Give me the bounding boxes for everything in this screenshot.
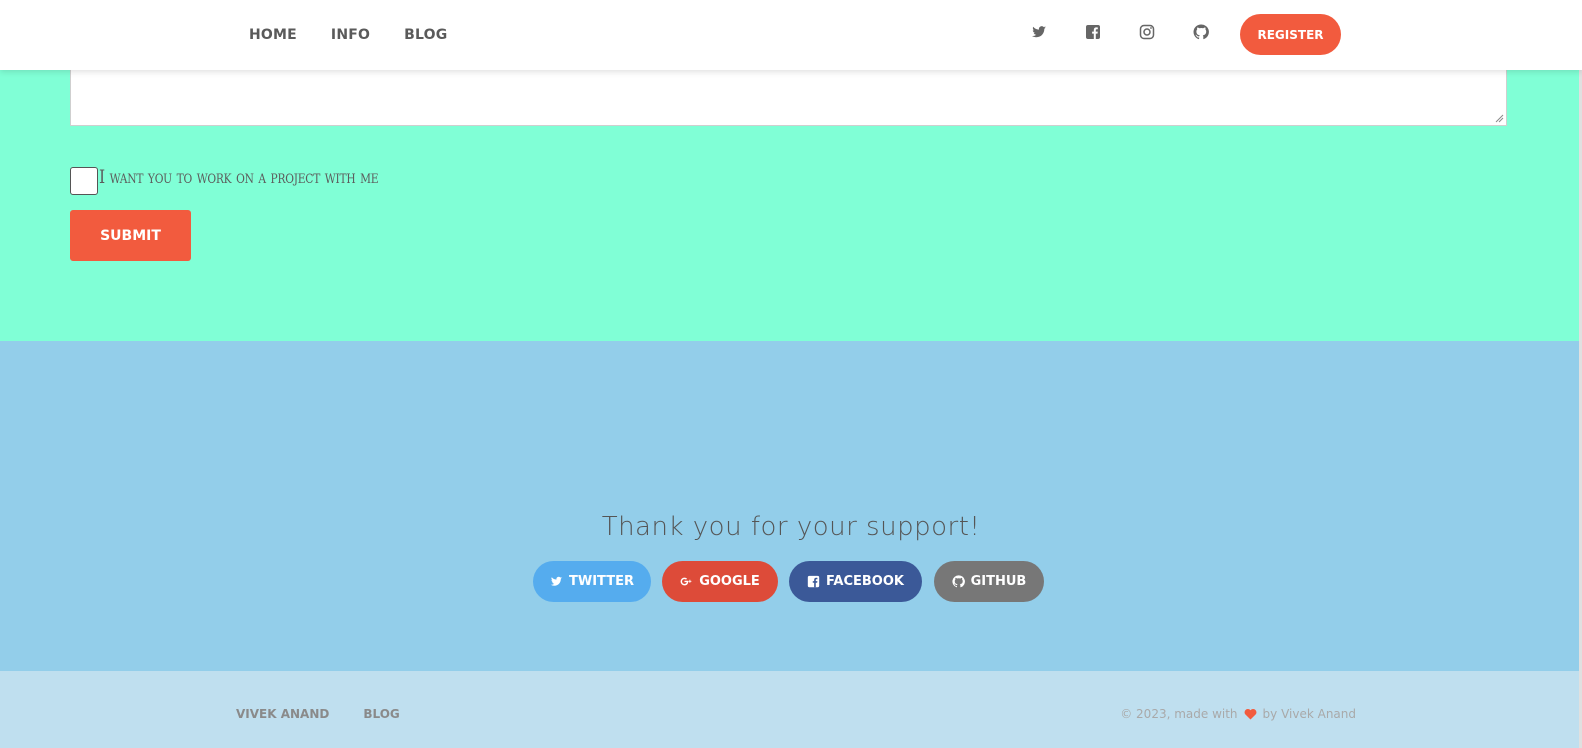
facebook-share-button[interactable]: FACEBOOK — [789, 561, 922, 602]
github-share-label: GITHUB — [970, 574, 1027, 589]
twitter-icon — [550, 576, 563, 586]
github-share-button[interactable]: GITHUB — [934, 561, 1044, 602]
project-checkbox-label: I want you to work on a project with me — [99, 166, 379, 188]
google-share-label: GOOGLE — [699, 574, 760, 589]
submit-button[interactable]: SUBMIT — [70, 210, 191, 261]
twitter-share-button[interactable]: TWITTER — [533, 561, 651, 602]
resize-handle-icon[interactable] — [1495, 114, 1504, 123]
nav-link-info[interactable]: INFO — [331, 27, 370, 43]
facebook-icon[interactable] — [1085, 24, 1101, 40]
nav-links: HOME INFO BLOG — [249, 0, 447, 70]
nav-link-home[interactable]: HOME — [249, 27, 297, 43]
register-button[interactable]: REGISTER — [1240, 14, 1341, 55]
twitter-icon[interactable] — [1031, 24, 1047, 40]
github-icon[interactable] — [1193, 24, 1209, 40]
nav-link-blog[interactable]: BLOG — [404, 27, 447, 43]
footer-link-blog[interactable]: BLOG — [363, 707, 399, 721]
support-title: Thank you for your support! — [601, 512, 981, 542]
copyright-suffix: by Vivek Anand — [1262, 707, 1356, 721]
project-checkbox[interactable] — [70, 167, 98, 195]
copyright-prefix: © 2023, made with — [1120, 707, 1238, 721]
copyright-text: © 2023, made with by Vivek Anand — [1120, 671, 1356, 748]
google-plus-icon — [680, 577, 692, 586]
facebook-share-label: FACEBOOK — [826, 574, 904, 589]
footer-link-vivek-anand[interactable]: VIVEK ANAND — [236, 707, 329, 721]
heart-icon — [1244, 708, 1256, 720]
github-icon — [952, 575, 965, 588]
page-footer: VIVEK ANAND BLOG © 2023, made with by Vi… — [0, 671, 1582, 748]
facebook-icon — [807, 575, 820, 588]
top-navbar: HOME INFO BLOG REGISTER — [0, 0, 1582, 70]
support-section: Thank you for your support! TWITTER GOOG… — [0, 341, 1582, 671]
nav-social-icons — [1031, 24, 1209, 40]
twitter-share-label: TWITTER — [569, 574, 634, 589]
google-share-button[interactable]: GOOGLE — [662, 561, 778, 602]
footer-links: VIVEK ANAND BLOG — [236, 671, 400, 748]
instagram-icon[interactable] — [1139, 24, 1155, 40]
